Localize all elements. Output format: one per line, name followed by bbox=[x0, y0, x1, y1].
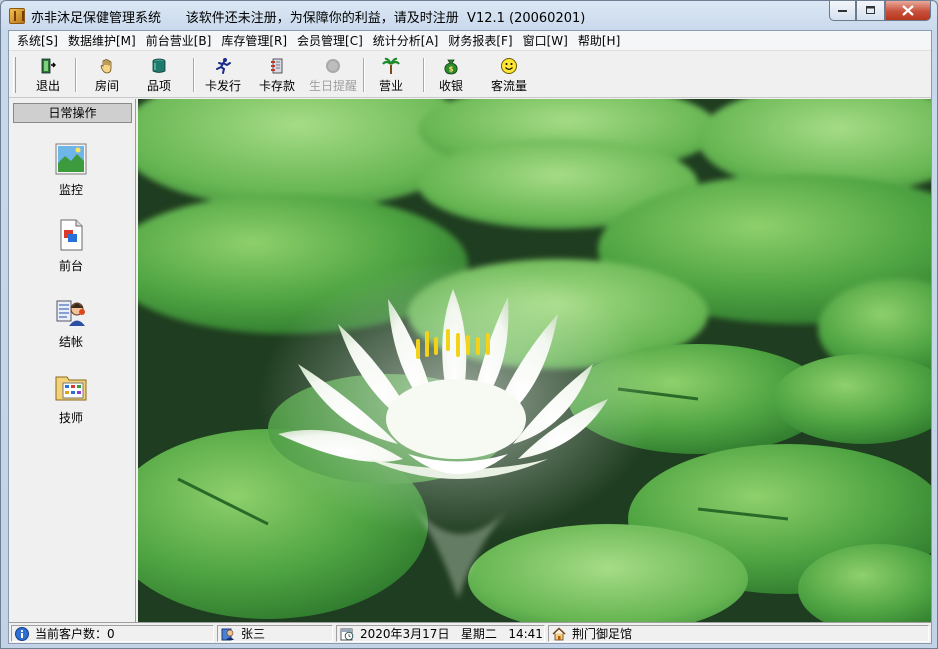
money-bag-icon: $ bbox=[444, 59, 458, 75]
toolbar-separator bbox=[193, 58, 195, 92]
minimize-button[interactable] bbox=[829, 1, 856, 21]
landscape-picture-icon bbox=[55, 143, 87, 175]
document-icon bbox=[60, 219, 83, 251]
cashier-person-icon bbox=[56, 300, 85, 326]
maximize-button[interactable] bbox=[856, 1, 885, 21]
menu-front-business[interactable]: 前台营业[B] bbox=[142, 32, 216, 50]
jar-icon bbox=[152, 58, 166, 73]
status-user-text: 张三 bbox=[241, 627, 266, 641]
sidebar-item-technician[interactable]: 技师 bbox=[29, 371, 113, 429]
app-icon[interactable] bbox=[9, 8, 25, 24]
toolbar-separator bbox=[75, 58, 77, 92]
sidebar-item-front-desk-label: 前台 bbox=[58, 259, 83, 273]
status-datetime: 2020年3月17日 星期二 14:41 bbox=[336, 625, 545, 642]
minimize-icon bbox=[837, 9, 847, 12]
title-bar[interactable]: 亦非沐足保健管理系统 该软件还未注册，为保障你的利益，请及时注册 V12.1 (… bbox=[1, 1, 937, 29]
exit-door-icon bbox=[41, 58, 56, 74]
client-area: 系统[S] 数据维护[M] 前台营业[B] 库存管理[R] 会员管理[C] 统计… bbox=[8, 30, 932, 644]
toolbar-items-label: 品项 bbox=[146, 79, 171, 93]
toolbar-business-button[interactable]: 营业 bbox=[371, 55, 411, 95]
palm-tree-icon bbox=[382, 57, 400, 74]
toolbar-card-issue-label: 卡发行 bbox=[204, 79, 241, 93]
sidebar-item-checkout-label: 结帐 bbox=[58, 335, 83, 349]
toolbar-card-issue-button[interactable]: 卡发行 bbox=[201, 55, 245, 95]
toolbar-grip[interactable] bbox=[13, 57, 16, 93]
runner-icon bbox=[216, 58, 231, 74]
close-icon bbox=[902, 5, 914, 16]
toolbar-traffic-button[interactable]: 客流量 bbox=[485, 55, 533, 95]
background-image bbox=[138, 99, 931, 622]
card-deposit-icon bbox=[271, 58, 283, 74]
toolbar-cashier-label: 收银 bbox=[438, 79, 463, 93]
sidebar-header[interactable]: 日常操作 bbox=[13, 103, 132, 123]
menu-members[interactable]: 会员管理[C] bbox=[293, 32, 367, 50]
toolbar-items-button[interactable]: 品项 bbox=[139, 55, 179, 95]
menu-system[interactable]: 系统[S] bbox=[13, 32, 62, 50]
menu-finance[interactable]: 财务报表[F] bbox=[444, 32, 516, 50]
menu-bar: 系统[S] 数据维护[M] 前台营业[B] 库存管理[R] 会员管理[C] 统计… bbox=[9, 31, 931, 51]
svg-text:$: $ bbox=[449, 66, 454, 74]
sidebar-item-technician-label: 技师 bbox=[58, 411, 83, 425]
smiley-icon bbox=[501, 58, 517, 74]
window-title: 亦非沐足保健管理系统 该软件还未注册，为保障你的利益，请及时注册 V12.1 (… bbox=[31, 11, 586, 26]
menu-inventory[interactable]: 库存管理[R] bbox=[217, 32, 291, 50]
window-controls bbox=[829, 1, 931, 21]
calendar-clock-icon bbox=[340, 628, 354, 640]
toolbar-business-label: 营业 bbox=[378, 79, 403, 93]
status-datetime-text: 2020年3月17日 星期二 14:41 bbox=[360, 627, 543, 641]
menu-window[interactable]: 窗口[W] bbox=[519, 32, 572, 50]
maximize-icon bbox=[865, 6, 875, 14]
toolbar-separator bbox=[363, 58, 365, 92]
sidebar-item-checkout[interactable]: 结帐 bbox=[29, 295, 113, 353]
sidebar-item-front-desk[interactable]: 前台 bbox=[29, 219, 113, 277]
menu-statistics[interactable]: 统计分析[A] bbox=[369, 32, 443, 50]
main-window: 亦非沐足保健管理系统 该软件还未注册，为保障你的利益，请及时注册 V12.1 (… bbox=[0, 0, 938, 649]
toolbar-exit-button[interactable]: 退出 bbox=[29, 55, 67, 95]
hand-icon bbox=[100, 59, 112, 74]
status-bar: 当前客户数：0 张三 2020年3月17日 星期二 14:41 荆门御足馆 bbox=[9, 622, 931, 643]
status-user: 张三 bbox=[217, 625, 333, 642]
toolbar-room-button[interactable]: 房间 bbox=[87, 55, 127, 95]
birthday-icon bbox=[326, 59, 340, 73]
sidebar-item-monitor-label: 监控 bbox=[58, 183, 83, 197]
menu-help[interactable]: 帮助[H] bbox=[574, 32, 624, 50]
menu-data-maintenance[interactable]: 数据维护[M] bbox=[64, 32, 140, 50]
toolbar: 退出 房间 品项 卡发行 卡存款 生日提醒 营业 $ 收银 客流量 bbox=[9, 52, 931, 98]
toolbar-exit-label: 退出 bbox=[35, 79, 60, 93]
home-icon bbox=[552, 627, 566, 640]
sidebar-item-monitor[interactable]: 监控 bbox=[29, 143, 113, 201]
toolbar-room-label: 房间 bbox=[94, 79, 119, 93]
status-shop-text: 荆门御足馆 bbox=[572, 627, 633, 641]
toolbar-separator bbox=[423, 58, 425, 92]
close-button[interactable] bbox=[885, 1, 931, 21]
toolbar-birthday-label: 生日提醒 bbox=[308, 79, 357, 93]
user-icon bbox=[221, 628, 234, 640]
status-shop: 荆门御足馆 bbox=[548, 625, 929, 642]
toolbar-birthday-button[interactable]: 生日提醒 bbox=[307, 55, 359, 95]
calendar-folder-icon bbox=[55, 376, 87, 401]
toolbar-card-deposit-label: 卡存款 bbox=[258, 79, 295, 93]
toolbar-card-deposit-button[interactable]: 卡存款 bbox=[255, 55, 299, 95]
toolbar-traffic-label: 客流量 bbox=[490, 79, 527, 93]
sidebar: 日常操作 监控 前台 结帐 技师 bbox=[9, 99, 136, 622]
toolbar-cashier-button[interactable]: $ 收银 bbox=[431, 55, 471, 95]
info-icon bbox=[15, 626, 29, 641]
status-customers-text: 当前客户数：0 bbox=[35, 627, 115, 641]
lotus-picture bbox=[138, 99, 931, 622]
status-customers: 当前客户数：0 bbox=[11, 625, 214, 642]
